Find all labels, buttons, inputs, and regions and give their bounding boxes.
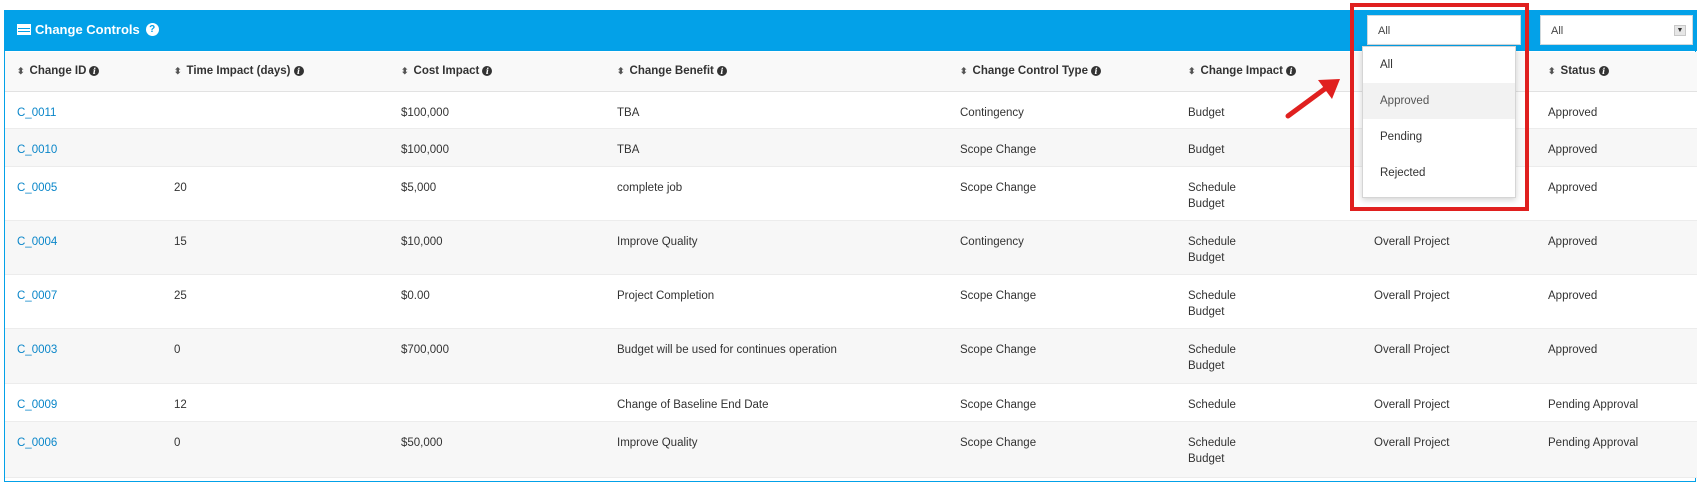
annotation-arrow-icon (1285, 79, 1340, 119)
status-cell: Approved (1548, 144, 1598, 156)
column-header-cost-impact[interactable]: ⬍ Cost Impact i (401, 65, 493, 77)
column-header-change-benefit[interactable]: ⬍ Change Benefit i (617, 65, 727, 77)
change-id-link[interactable]: C_0006 (17, 435, 57, 451)
table-row: C_0004 15 $10,000 Improve Quality Contin… (5, 221, 1697, 275)
sort-icon: ⬍ (617, 66, 625, 76)
change-id-link[interactable]: C_0003 (17, 342, 57, 358)
status-cell: Approved (1548, 344, 1598, 356)
chevron-down-icon[interactable]: ▼ (1674, 25, 1686, 36)
scope-cell: Overall Project (1374, 344, 1450, 356)
time-impact-cell: 0 (174, 344, 181, 356)
scope-cell: Overall Project (1374, 437, 1450, 449)
change-impact-cell: Schedule Budget (1188, 236, 1236, 264)
info-icon[interactable]: i (482, 66, 493, 76)
column-header-time-impact[interactable]: ⬍ Time Impact (days) i (174, 65, 304, 77)
table-row: C_0009 12 Change of Baseline End Date Sc… (5, 384, 1697, 422)
status-cell: Approved (1548, 236, 1598, 248)
change-impact-cell: Schedule Budget (1188, 437, 1236, 465)
change-id-link[interactable]: C_0009 (17, 397, 57, 413)
change-benefit-cell: TBA (617, 107, 640, 119)
info-icon[interactable]: i (89, 66, 100, 76)
sort-icon: ⬍ (401, 66, 409, 76)
change-benefit-cell: Improve Quality (617, 236, 698, 248)
help-icon[interactable]: ? (145, 23, 159, 36)
info-icon[interactable]: i (1598, 66, 1609, 76)
table-row: C_0006 0 $50,000 Improve Quality Scope C… (5, 422, 1697, 478)
approval-filter-value: All (1378, 25, 1391, 37)
status-cell: Approved (1548, 182, 1598, 194)
change-id-link[interactable]: C_0005 (17, 180, 57, 196)
change-benefit-cell: Project Completion (617, 290, 715, 302)
change-impact-cell: Budget (1188, 107, 1225, 119)
status-filter-value: All (1551, 25, 1564, 37)
change-type-cell: Scope Change (960, 290, 1037, 302)
column-header-status[interactable]: ⬍ Status i (1548, 65, 1609, 77)
status-cell: Approved (1548, 107, 1598, 119)
cost-impact-cell: $100,000 (401, 107, 449, 119)
cost-impact-cell: $100,000 (401, 144, 449, 156)
change-id-link[interactable]: C_0007 (17, 288, 57, 304)
time-impact-cell: 0 (174, 437, 181, 449)
panel-title: Change Controls ? (17, 22, 159, 37)
info-icon[interactable]: i (1285, 66, 1296, 76)
change-benefit-cell: Change of Baseline End Date (617, 399, 769, 411)
info-icon[interactable]: i (1090, 66, 1101, 76)
change-id-link[interactable]: C_0011 (17, 105, 56, 121)
change-benefit-cell: TBA (617, 144, 640, 156)
sort-icon: ⬍ (1188, 66, 1196, 76)
change-type-cell: Scope Change (960, 182, 1037, 194)
sort-icon: ⬍ (174, 66, 182, 76)
dropdown-option-pending[interactable]: Pending (1363, 119, 1515, 155)
change-impact-cell: Schedule Budget (1188, 344, 1236, 372)
dropdown-option-rejected[interactable]: Rejected (1363, 155, 1515, 191)
change-type-cell: Contingency (960, 107, 1024, 119)
table-icon (17, 24, 31, 35)
change-impact-cell: Schedule Budget (1188, 290, 1236, 318)
panel-header: Change Controls ? All All ▼ (5, 10, 1697, 51)
time-impact-cell: 20 (174, 182, 187, 194)
cost-impact-cell: $50,000 (401, 437, 443, 449)
scope-cell: Overall Project (1374, 290, 1450, 302)
scope-cell: Overall Project (1374, 399, 1450, 411)
change-benefit-cell: Budget will be used for continues operat… (617, 344, 837, 356)
change-type-cell: Scope Change (960, 399, 1037, 411)
time-impact-cell: 15 (174, 236, 187, 248)
change-id-link[interactable]: C_0004 (17, 234, 57, 250)
status-filter-select[interactable]: All ▼ (1540, 15, 1693, 45)
sort-icon: ⬍ (17, 66, 25, 76)
dropdown-option-all[interactable]: All (1363, 47, 1515, 83)
change-benefit-cell: Improve Quality (617, 437, 698, 449)
time-impact-cell: 25 (174, 290, 187, 302)
sort-icon: ⬍ (960, 66, 968, 76)
change-impact-cell: Schedule Budget (1188, 182, 1236, 210)
time-impact-cell: 12 (174, 399, 187, 411)
cost-impact-cell: $5,000 (401, 182, 437, 194)
change-type-cell: Contingency (960, 236, 1024, 248)
approval-filter-dropdown: All Approved Pending Rejected (1362, 46, 1516, 198)
status-cell: Pending Approval (1548, 437, 1639, 449)
cost-impact-cell: $0.00 (401, 290, 430, 302)
approval-filter-select[interactable]: All (1367, 15, 1521, 45)
change-type-cell: Scope Change (960, 437, 1037, 449)
info-icon[interactable]: i (293, 66, 304, 76)
info-icon[interactable]: i (716, 66, 727, 76)
change-impact-cell: Schedule (1188, 399, 1236, 411)
dropdown-option-approved[interactable]: Approved (1363, 83, 1515, 119)
cost-impact-cell: $10,000 (401, 236, 443, 248)
change-type-cell: Scope Change (960, 144, 1037, 156)
cost-impact-cell: $700,000 (401, 344, 449, 356)
change-impact-cell: Budget (1188, 144, 1225, 156)
status-cell: Pending Approval (1548, 399, 1639, 411)
table-row: C_0007 25 $0.00 Project Completion Scope… (5, 275, 1697, 329)
panel-title-text: Change Controls (35, 22, 140, 37)
column-header-change-control-type[interactable]: ⬍ Change Control Type i (960, 65, 1101, 77)
sort-icon: ⬍ (1548, 66, 1556, 76)
table-row: C_0003 0 $700,000 Budget will be used fo… (5, 329, 1697, 384)
scope-cell: Overall Project (1374, 236, 1450, 248)
change-id-link[interactable]: C_0010 (17, 142, 57, 158)
change-benefit-cell: complete job (617, 182, 683, 194)
column-header-change-id[interactable]: ⬍ Change ID i (17, 65, 100, 77)
change-type-cell: Scope Change (960, 344, 1037, 356)
status-cell: Approved (1548, 290, 1598, 302)
